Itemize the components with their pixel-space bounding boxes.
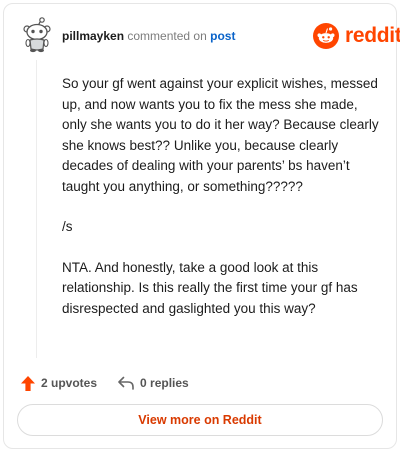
replies-count: 0 replies (140, 376, 189, 390)
reddit-brand[interactable]: reddit (313, 23, 400, 49)
snoo-avatar-icon (23, 17, 51, 53)
upvote-arrow-icon (21, 375, 35, 391)
comment-header: pillmayken commented on post reddit (4, 4, 400, 64)
reddit-wordmark: reddit (345, 24, 400, 47)
comment-paragraph: So your gf went against your explicit wi… (62, 76, 379, 194)
user-avatar[interactable] (22, 17, 52, 53)
comment-body: So your gf went against your explicit wi… (62, 74, 384, 339)
comment-paragraph: NTA. And honestly, take a good look at t… (62, 259, 358, 316)
upvotes-count: 2 upvotes (41, 376, 98, 390)
username-link[interactable]: pillmayken (62, 29, 124, 43)
post-link[interactable]: post (210, 29, 235, 43)
upvote-button[interactable]: 2 upvotes (20, 375, 97, 392)
commented-on-text: commented on (127, 29, 207, 43)
embedded-comment-card: pillmayken commented on post reddit So y… (3, 3, 400, 449)
thread-line (36, 60, 37, 358)
comment-meta: pillmayken commented on post (62, 28, 235, 44)
reddit-logo-icon (313, 23, 339, 49)
comment-actions: 2 upvotes 0 replies (20, 372, 189, 394)
replies-button[interactable]: 0 replies (117, 375, 189, 391)
comment-paragraph: /s (62, 219, 73, 234)
reply-arrow-icon (118, 376, 134, 390)
view-more-on-reddit-button[interactable]: View more on Reddit (17, 404, 383, 436)
